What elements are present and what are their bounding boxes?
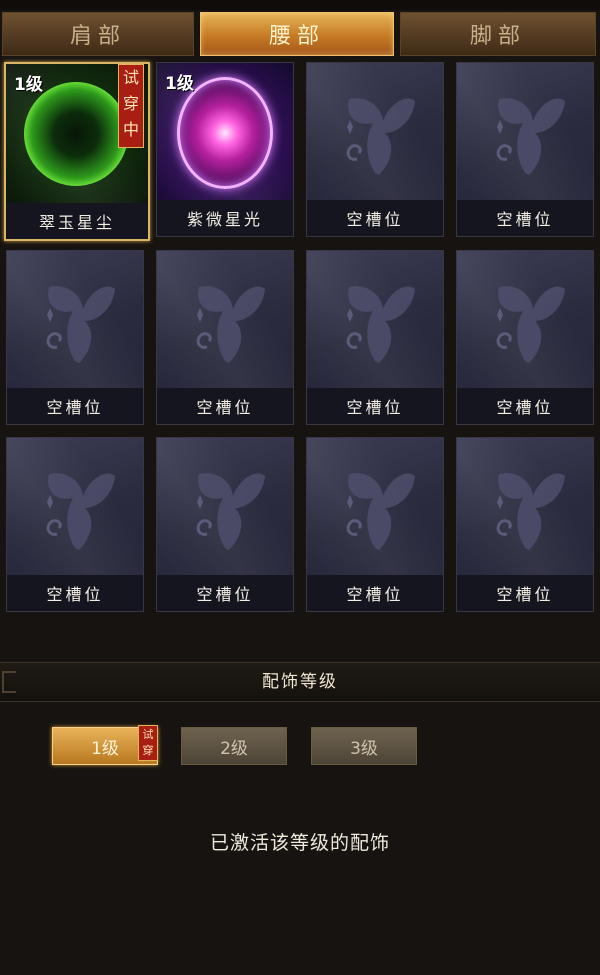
slot-label: 翠玉星尘 (6, 203, 148, 239)
slot-art (307, 251, 443, 389)
slot-label: 空槽位 (457, 388, 593, 424)
tab-shoulder[interactable]: 肩部 (2, 12, 194, 56)
tab-foot[interactable]: 脚部 (400, 12, 596, 56)
top-frame-strip (0, 0, 600, 10)
slot-label: 紫微星光 (157, 200, 293, 236)
slot-art (7, 438, 143, 576)
slot-label: 空槽位 (7, 388, 143, 424)
slot-art (307, 438, 443, 576)
level-trial-badge: 试穿 (138, 725, 158, 761)
accessory-slot[interactable]: 空槽位 (156, 437, 294, 612)
accessory-slot[interactable]: 空槽位 (6, 437, 144, 612)
slot-art (457, 63, 593, 201)
butterfly-icon (346, 473, 415, 550)
slot-label: 空槽位 (157, 388, 293, 424)
slot-label: 空槽位 (457, 200, 593, 236)
accessory-slot[interactable]: 空槽位 (456, 62, 594, 237)
slot-label: 空槽位 (307, 200, 443, 236)
butterfly-icon (196, 473, 265, 550)
slot-label: 空槽位 (307, 388, 443, 424)
level-3-button[interactable]: 3级 (311, 727, 417, 765)
activation-status-text: 已激活该等级的配饰 (209, 832, 390, 854)
slot-art (457, 251, 593, 389)
butterfly-icon (46, 473, 115, 550)
level-2-button[interactable]: 2级 (181, 727, 287, 765)
slot-label: 空槽位 (157, 575, 293, 611)
butterfly-icon (346, 286, 415, 363)
butterfly-icon (496, 98, 565, 175)
accessory-slot[interactable]: 空槽位 (306, 250, 444, 425)
accessory-slot[interactable]: 空槽位 (306, 437, 444, 612)
section-title: 配饰等级 (262, 672, 338, 692)
slot-label: 空槽位 (307, 575, 443, 611)
green-orb-icon (24, 82, 128, 186)
slot-art (7, 251, 143, 389)
level-badge: 1级 (14, 75, 43, 95)
accessory-slot[interactable]: 空槽位 (456, 250, 594, 425)
accessory-slot[interactable]: 1级 紫微星光 (156, 62, 294, 237)
level-badge: 1级 (165, 74, 194, 94)
butterfly-icon (346, 98, 415, 175)
butterfly-icon (46, 286, 115, 363)
butterfly-icon (496, 473, 565, 550)
slot-art (457, 438, 593, 576)
slot-art (157, 438, 293, 576)
slot-art (307, 63, 443, 201)
butterfly-icon (496, 286, 565, 363)
butterfly-icon (196, 286, 265, 363)
slot-label: 空槽位 (457, 575, 593, 611)
accessory-slot[interactable]: 空槽位 (6, 250, 144, 425)
accessory-slot[interactable]: 1级 试穿中 翠玉星尘 (4, 62, 150, 241)
slot-art (157, 251, 293, 389)
trial-badge: 试穿中 (118, 64, 144, 148)
tab-waist[interactable]: 腰部 (200, 12, 394, 56)
body-part-tabs: 肩部 腰部 脚部 (0, 12, 600, 58)
accessory-slot[interactable]: 空槽位 (306, 62, 444, 237)
slot-label: 空槽位 (7, 575, 143, 611)
accessory-slot[interactable]: 空槽位 (456, 437, 594, 612)
accessory-slot[interactable]: 空槽位 (156, 250, 294, 425)
level-section-header: 配饰等级 (0, 662, 600, 702)
